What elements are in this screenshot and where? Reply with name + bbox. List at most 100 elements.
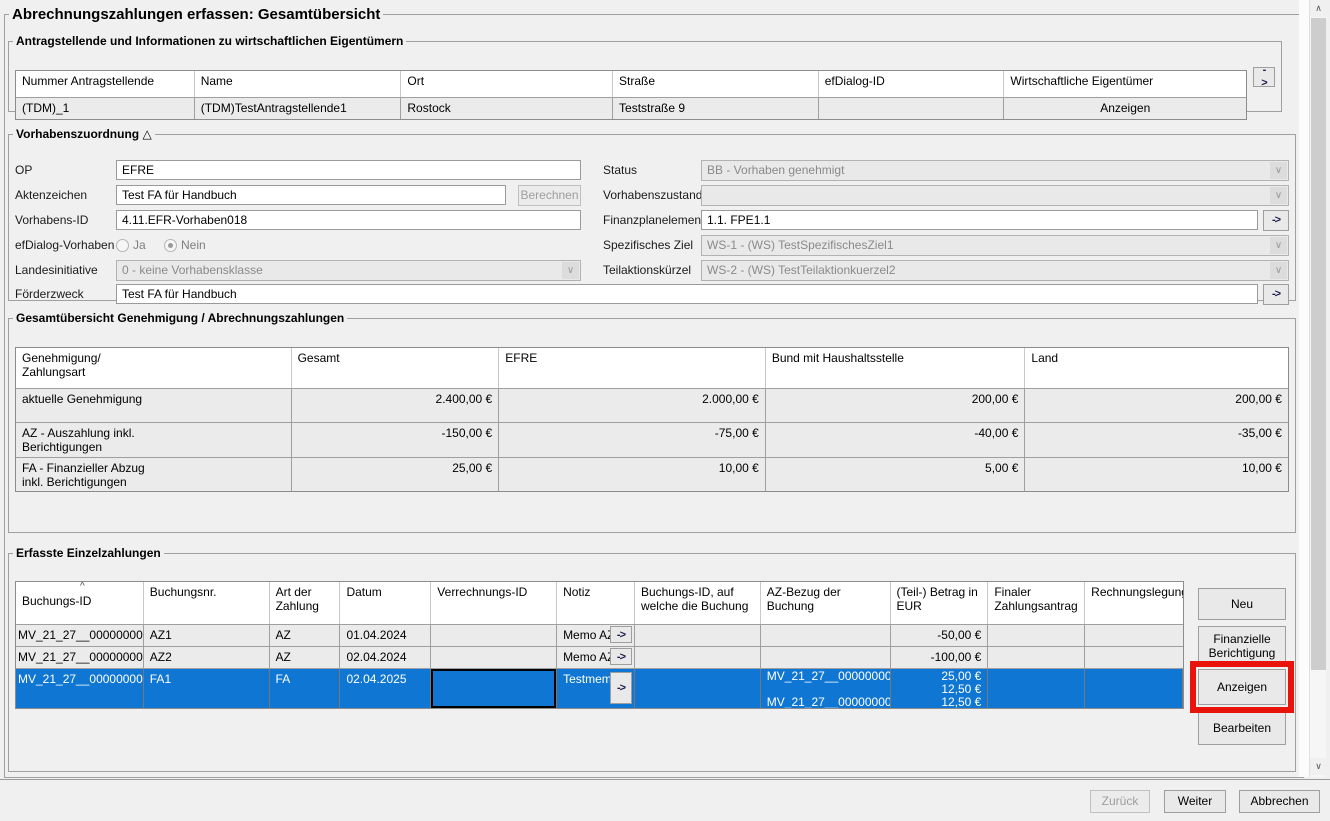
value-bund: 200,00 € <box>766 389 1026 422</box>
cell-az-bezug: MV_21_27__0000000055 MV_21_27__000000005… <box>761 669 891 708</box>
bearbeiten-button[interactable]: Bearbeiten <box>1198 711 1286 745</box>
payment-row-1[interactable]: MV_21_27__0000000055 AZ1 AZ 01.04.2024 M… <box>16 624 1183 646</box>
col-buchungs-id[interactable]: ^ Buchungs-ID <box>16 582 144 624</box>
einzel-header-row: ^ Buchungs-ID Buchungsnr. Art der Zahlun… <box>16 582 1183 624</box>
col-teil-betrag[interactable]: (Teil-) Betrag in EUR <box>891 582 989 624</box>
antragstellende-section: Antragstellende und Informationen zu wir… <box>8 34 1282 112</box>
efdialog-ja-radio[interactable]: Ja <box>116 235 146 255</box>
cell-strasse: Teststraße 9 <box>613 98 819 119</box>
cell-rechnung <box>1085 647 1183 668</box>
cell-datum: 02.04.2025 <box>340 669 431 708</box>
teilaktionskuerzel-dropdown[interactable]: WS-2 - (WS) TestTeilaktionkuerzel2 ∨ <box>701 260 1289 281</box>
berechnen-button[interactable]: Berechnen <box>518 185 581 206</box>
notiz-detail-button[interactable]: -> <box>610 672 632 704</box>
col-land: Land <box>1025 348 1288 388</box>
spezifisches-ziel-dropdown[interactable]: WS-1 - (WS) TestSpezifischesZiel1 ∨ <box>701 235 1289 256</box>
value-efre: 2.000,00 € <box>499 389 766 422</box>
collapse-triangle-icon[interactable]: △ <box>142 127 151 141</box>
col-datum[interactable]: Datum <box>340 582 431 624</box>
status-dropdown[interactable]: BB - Vorhaben genehmigt ∨ <box>701 160 1289 181</box>
vertical-scrollbar[interactable]: ∧ ∨ <box>1309 0 1326 777</box>
dialog: Abrechnungszahlungen erfassen: Gesamtübe… <box>0 0 1330 821</box>
cell-datum: 02.04.2024 <box>340 647 431 668</box>
col-buchungsnr[interactable]: Buchungsnr. <box>144 582 270 624</box>
cell-final <box>988 669 1085 708</box>
neu-button[interactable]: Neu <box>1198 588 1286 620</box>
payment-row-3-selected[interactable]: MV_21_27__0000000061 FA1 FA 02.04.2025 T… <box>16 668 1183 708</box>
status-label: Status <box>603 160 637 180</box>
arrow-right-icon: -> <box>617 651 625 663</box>
foerderzweck-field[interactable]: Test FA für Handbuch <box>116 284 1258 304</box>
gesamt-header-row: Genehmigung/ Zahlungsart Gesamt EFRE Bun… <box>16 348 1288 388</box>
value-efre: 10,00 € <box>499 458 766 491</box>
cell-verrechnungs-id <box>431 647 557 668</box>
aktenzeichen-field[interactable]: Test FA für Handbuch <box>116 185 506 205</box>
finanzplanelement-detail-button[interactable]: -> <box>1263 210 1289 231</box>
cell-name: (TDM)TestAntragstellende1 <box>195 98 402 119</box>
foerderzweck-label: Förderzweck <box>15 284 84 304</box>
gesamt-section: Gesamtübersicht Genehmigung / Abrechnung… <box>8 311 1296 533</box>
arrow-right-icon: -> <box>1260 64 1268 90</box>
einzelzahlungen-section: Erfasste Einzelzahlungen ^ Buchungs-ID B… <box>8 546 1296 772</box>
cell-buchungs-id: MV_21_27__0000000056 <box>16 647 144 668</box>
col-strasse: Straße <box>613 71 819 97</box>
cell-notiz: Memo AZ2 -> <box>557 647 635 668</box>
op-label: OP <box>15 160 32 180</box>
notiz-detail-button[interactable]: -> <box>610 626 632 643</box>
antragstellende-detail-button[interactable]: -> <box>1253 67 1275 87</box>
scrollbar-thumb[interactable] <box>1311 18 1326 670</box>
op-field[interactable]: EFRE <box>116 160 581 180</box>
az-bezug-line: MV_21_27__0000000055 <box>767 670 884 683</box>
col-az-bezug[interactable]: AZ-Bezug der Buchung <box>761 582 891 624</box>
cell-art: FA <box>270 669 341 708</box>
cell-verrechnungs-id-focused[interactable] <box>431 669 557 708</box>
foerderzweck-detail-button[interactable]: -> <box>1263 284 1289 305</box>
value-land: -35,00 € <box>1025 423 1288 457</box>
finanzplanelement-field[interactable]: 1.1. FPE1.1 <box>701 210 1258 230</box>
efdialog-nein-radio[interactable]: Nein <box>164 235 206 255</box>
col-notiz[interactable]: Notiz <box>557 582 635 624</box>
scroll-up-icon[interactable]: ∧ <box>1310 0 1327 17</box>
landesinitiative-label: Landesinitiative <box>15 260 98 280</box>
col-art-der-zahlung[interactable]: Art der Zahlung <box>270 582 341 624</box>
col-genehmigung-zahlungsart: Genehmigung/ Zahlungsart <box>16 348 292 388</box>
cell-buchungs-id: MV_21_27__0000000061 <box>16 669 144 708</box>
col-ort: Ort <box>401 71 613 97</box>
vorhabens-id-field[interactable]: 4.11.EFR-Vorhaben018 <box>116 210 581 230</box>
value-gesamt: 2.400,00 € <box>292 389 500 422</box>
anzeigen-cell[interactable]: Anzeigen <box>1004 98 1246 119</box>
scroll-gap <box>1299 0 1309 777</box>
arrow-right-icon: -> <box>617 629 625 641</box>
landesinitiative-dropdown[interactable]: 0 - keine Vorhabensklasse ∨ <box>116 260 581 281</box>
col-verrechnungs-id[interactable]: Verrechnungs-ID <box>431 582 557 624</box>
footer-separator <box>0 779 1330 780</box>
cell-ort: Rostock <box>401 98 613 119</box>
cell-art: AZ <box>270 625 341 646</box>
weiter-button[interactable]: Weiter <box>1164 790 1226 813</box>
zurueck-button[interactable]: Zurück <box>1090 790 1150 813</box>
col-bund: Bund mit Haushaltsstelle <box>766 348 1026 388</box>
row-label: FA - Finanzieller Abzug inkl. Berichtigu… <box>16 458 292 491</box>
betrag-line: 12,50 € <box>897 696 982 708</box>
col-finaler-zahlungsantrag[interactable]: Finaler Zahlungsantrag <box>988 582 1085 624</box>
efdialog-vorhaben-label: efDialog-Vorhaben <box>15 235 114 255</box>
cell-betrag: -100,00 € <box>891 647 989 668</box>
finanzielle-berichtigung-button[interactable]: Finanzielle Berichtigung <box>1198 626 1286 666</box>
anzeigen-button[interactable]: Anzeigen <box>1198 669 1286 705</box>
payment-row-2[interactable]: MV_21_27__0000000056 AZ2 AZ 02.04.2024 M… <box>16 646 1183 668</box>
vorhabenszustand-dropdown[interactable]: ∨ <box>701 185 1289 206</box>
finanzplanelement-label: Finanzplanelement <box>603 210 704 230</box>
col-rechnungslegung[interactable]: Rechnungslegung <box>1085 582 1183 624</box>
arrow-right-icon: -> <box>617 682 625 694</box>
cell-art: AZ <box>270 647 341 668</box>
col-wirtschaftliche-eigentuemer: Wirtschaftliche Eigentümer <box>1004 71 1246 97</box>
value-gesamt: -150,00 € <box>292 423 500 457</box>
abbrechen-button[interactable]: Abbrechen <box>1239 790 1320 813</box>
notiz-detail-button[interactable]: -> <box>610 648 632 665</box>
antragstellende-table: Nummer Antragstellende Name Ort Straße e… <box>15 70 1247 120</box>
scroll-down-icon[interactable]: ∨ <box>1310 758 1327 775</box>
chevron-down-icon: ∨ <box>562 262 579 279</box>
col-nummer-antragstellende: Nummer Antragstellende <box>16 71 195 97</box>
col-buchungs-id-bezug[interactable]: Buchungs-ID, auf welche die Buchung <box>635 582 761 624</box>
antragstellende-legend: Antragstellende und Informationen zu wir… <box>13 34 406 48</box>
